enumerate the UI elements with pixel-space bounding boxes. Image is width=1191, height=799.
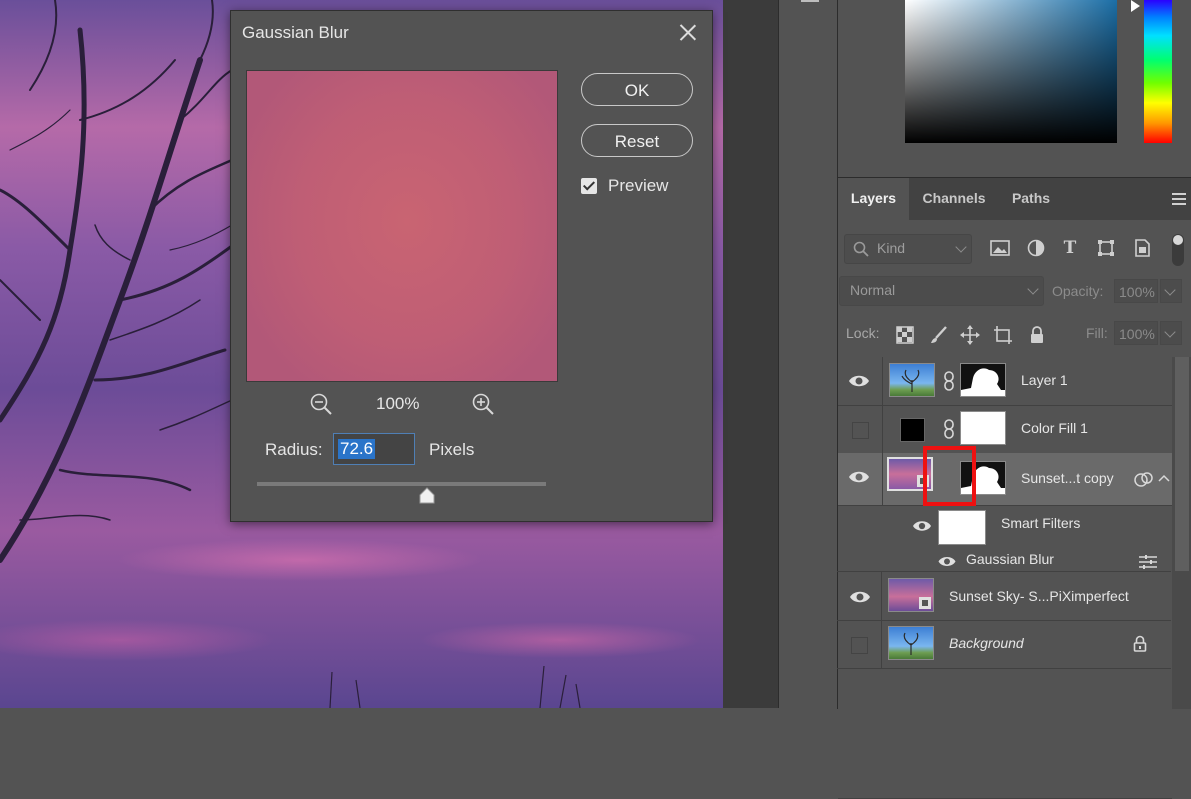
zoom-in-icon[interactable] — [471, 392, 495, 416]
close-icon[interactable] — [678, 22, 698, 42]
radius-slider-track[interactable] — [257, 482, 546, 486]
layer-name[interactable]: Layer 1 — [1021, 372, 1068, 388]
eye-icon[interactable] — [937, 553, 957, 570]
layer-row-selected[interactable]: Sunset...t copy — [838, 453, 1172, 506]
layer-row[interactable]: Sunset Sky- S...PiXimperfect — [837, 571, 1171, 621]
chevron-down-icon — [955, 241, 967, 253]
layer-name[interactable]: Sunset Sky- S...PiXimperfect — [949, 588, 1129, 604]
eye-icon[interactable] — [848, 371, 870, 391]
visibility-toggle-off[interactable] — [852, 422, 869, 439]
lock-label: Lock: — [846, 325, 880, 341]
smart-filters-row[interactable]: Smart Filters — [882, 505, 1172, 545]
blend-mode-value: Normal — [850, 282, 896, 298]
fill-label: Fill: — [1086, 325, 1108, 341]
layer-row[interactable]: Background — [837, 620, 1171, 669]
eye-icon[interactable] — [849, 587, 871, 607]
opacity-label: Opacity: — [1052, 283, 1104, 299]
blending-options-icon[interactable] — [1138, 554, 1158, 570]
link-icon[interactable] — [943, 371, 955, 391]
chevron-down-icon — [1164, 326, 1176, 338]
filter-name[interactable]: Gaussian Blur — [966, 551, 1054, 567]
fill-dropdown[interactable] — [1160, 321, 1182, 345]
fill-color-swatch[interactable] — [900, 418, 925, 442]
type-filter-icon[interactable]: T — [1058, 236, 1082, 260]
zoom-out-icon[interactable] — [309, 392, 333, 416]
chevron-down-icon — [1164, 284, 1176, 296]
opacity-dropdown[interactable] — [1160, 279, 1182, 303]
smart-filter-badge-icon[interactable] — [1134, 471, 1154, 489]
dialog-title: Gaussian Blur — [242, 23, 349, 42]
zoom-level: 100% — [376, 394, 420, 413]
gaussian-blur-dialog: Gaussian Blur 100% OK Reset Preview Radi… — [230, 10, 713, 522]
shape-filter-icon[interactable] — [1094, 236, 1118, 260]
search-icon — [853, 241, 869, 257]
smart-object-filter-icon[interactable] — [1130, 236, 1154, 260]
filter-toggle[interactable] — [1172, 234, 1184, 266]
dock-handle-icon[interactable] — [801, 0, 819, 2]
highlight-box — [923, 446, 976, 506]
panel-dock-collapsed — [778, 0, 837, 708]
chevron-up-icon[interactable] — [1158, 473, 1170, 483]
tab-layers[interactable]: Layers — [838, 178, 909, 220]
preview-checkbox[interactable] — [581, 178, 597, 194]
ok-button[interactable]: OK — [581, 73, 693, 106]
smart-filter-mask-thumbnail[interactable] — [938, 510, 986, 545]
layer-name[interactable]: Sunset...t copy — [1021, 470, 1114, 486]
chevron-down-icon — [1027, 283, 1039, 295]
visibility-toggle-off[interactable] — [851, 637, 868, 654]
hue-slider[interactable] — [1144, 0, 1172, 143]
radius-value[interactable]: 72.6 — [338, 439, 376, 459]
radius-label: Radius: — [265, 440, 323, 459]
lock-all-icon[interactable] — [1026, 324, 1048, 346]
lock-artboard-icon[interactable] — [992, 324, 1014, 346]
tab-channels[interactable]: Channels — [909, 178, 999, 220]
color-panel — [837, 0, 1191, 177]
layer-thumbnail[interactable] — [888, 626, 934, 660]
link-icon[interactable] — [943, 419, 955, 439]
pixel-filter-icon[interactable] — [988, 236, 1012, 260]
layer-row[interactable]: Color Fill 1 — [838, 405, 1172, 454]
eye-icon[interactable] — [912, 517, 932, 535]
kind-filter-select[interactable]: Kind — [844, 234, 972, 264]
eye-icon[interactable] — [848, 467, 870, 487]
layer-thumbnail[interactable] — [889, 363, 935, 397]
saturation-value-field[interactable] — [905, 0, 1117, 143]
reset-button[interactable]: Reset — [581, 124, 693, 157]
layer-mask-thumbnail[interactable] — [960, 411, 1006, 445]
lock-pixels-icon[interactable] — [928, 324, 950, 346]
hue-marker-icon[interactable] — [1131, 0, 1140, 12]
preview-pane[interactable] — [246, 70, 558, 382]
smart-object-thumbnail[interactable] — [888, 578, 934, 612]
layers-scrollbar[interactable] — [1172, 357, 1191, 709]
smart-filters-label[interactable]: Smart Filters — [1001, 515, 1080, 531]
blend-mode-select[interactable]: Normal — [839, 276, 1044, 306]
layer-row[interactable]: Layer 1 — [838, 357, 1172, 406]
preview-label[interactable]: Preview — [608, 176, 668, 196]
panel-menu-icon[interactable] — [1172, 193, 1186, 208]
layer-row[interactable] — [838, 750, 1172, 799]
panel-tabs: Layers Channels Paths — [838, 178, 1191, 220]
lock-icon[interactable] — [1133, 635, 1147, 653]
layer-mask-thumbnail[interactable] — [960, 363, 1006, 397]
radius-unit: Pixels — [429, 440, 475, 459]
radius-input[interactable]: 72.6 — [333, 433, 415, 465]
pasteboard — [723, 0, 778, 708]
layer-name[interactable]: Background — [949, 635, 1024, 651]
radius-slider-thumb[interactable] — [419, 487, 435, 504]
lock-transparent-icon[interactable] — [894, 324, 916, 346]
opacity-field[interactable]: 100% — [1114, 279, 1158, 303]
adjustment-filter-icon[interactable] — [1024, 236, 1048, 260]
layer-name[interactable]: Color Fill 1 — [1021, 420, 1088, 436]
tab-paths[interactable]: Paths — [999, 178, 1063, 220]
kind-filter-label: Kind — [877, 240, 906, 256]
lock-position-icon[interactable] — [959, 324, 981, 346]
fill-field[interactable]: 100% — [1114, 321, 1158, 345]
